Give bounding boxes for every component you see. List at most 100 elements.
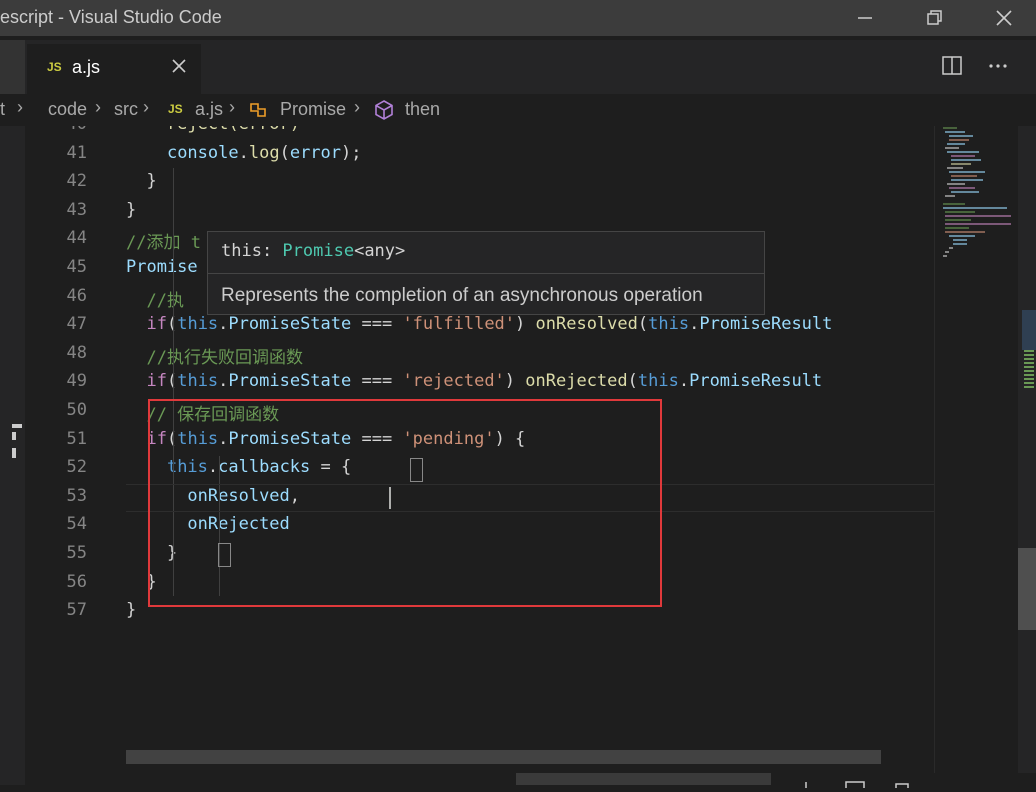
code-token: 'rejected'	[402, 371, 505, 392]
close-window-button[interactable]	[981, 0, 1027, 36]
code-token: //执行失败回调函数	[126, 347, 303, 368]
code-token: this	[177, 314, 219, 335]
hover-sig-type: Promise	[282, 241, 355, 261]
chevron-right-icon: ›	[354, 97, 360, 117]
minimap[interactable]	[934, 126, 1019, 785]
horizontal-scrollbar-thumb[interactable]	[126, 750, 881, 764]
breadcrumb: t › code › src › JS a.js › Promise › the…	[0, 94, 1036, 126]
ellipsis-icon	[989, 64, 1007, 68]
method-symbol-icon	[375, 100, 393, 120]
line-number: 42	[66, 171, 87, 192]
code-token: );	[341, 142, 362, 163]
code-token: PromiseResult	[689, 371, 823, 392]
line-number: 49	[66, 371, 87, 392]
restore-icon	[927, 10, 942, 25]
panel-toolbar	[800, 773, 1036, 791]
restore-button[interactable]	[912, 0, 958, 36]
code-token: //执	[126, 290, 184, 311]
breadcrumb-item-then[interactable]: then	[405, 99, 440, 120]
js-file-icon: JS	[168, 102, 183, 116]
line-number: 50	[66, 400, 87, 420]
code-line[interactable]: }	[126, 171, 156, 191]
chevron-right-icon: ›	[95, 97, 101, 117]
code-token: this	[637, 371, 679, 392]
line-number: 44	[66, 228, 87, 249]
code-token: reject(error)	[126, 126, 300, 134]
vertical-scrollbar-thumb[interactable]	[1018, 548, 1036, 630]
breadcrumb-item-src[interactable]: src	[114, 99, 138, 120]
code-token: this	[648, 314, 690, 335]
hover-signature: this: Promise<any>	[221, 241, 405, 261]
code-line[interactable]: //执	[126, 286, 184, 311]
code-line[interactable]: }	[126, 200, 136, 220]
code-token: onResolved	[535, 314, 638, 335]
code-line[interactable]: if(this.PromiseState === 'rejected') onR…	[126, 371, 822, 391]
code-token: ===	[351, 314, 403, 335]
chevron-right-icon: ›	[143, 97, 149, 117]
scroll-marker	[12, 432, 16, 440]
minimize-button[interactable]	[842, 0, 888, 36]
line-number: 51	[66, 428, 87, 449]
code-token: .	[689, 314, 700, 335]
tab-close-icon[interactable]	[169, 56, 189, 76]
minimap-preview	[943, 127, 1011, 257]
line-number: 48	[66, 342, 87, 363]
line-number: 53	[66, 485, 87, 506]
breadcrumb-item-promise[interactable]: Promise	[280, 99, 346, 120]
code-token: )	[504, 371, 526, 392]
breadcrumb-item-file[interactable]: a.js	[195, 99, 223, 120]
title-bar: escript - Visual Studio Code	[0, 0, 1036, 36]
breadcrumb-item-code[interactable]: code	[48, 99, 87, 120]
code-token: .	[238, 142, 249, 163]
code-token: (	[279, 142, 290, 163]
code-token: //添加 t	[126, 233, 201, 254]
class-symbol-icon	[250, 103, 266, 117]
line-number: 52	[66, 457, 87, 478]
line-number: 54	[66, 514, 87, 535]
line-number: 41	[66, 142, 87, 163]
js-file-icon: JS	[47, 60, 62, 74]
code-token: log	[248, 142, 280, 163]
code-line[interactable]: //执行失败回调函数	[126, 343, 303, 368]
code-token: ===	[351, 371, 403, 392]
hover-documentation: Represents the completion of an asynchro…	[221, 285, 703, 306]
hover-sig-this: this:	[221, 241, 283, 261]
vertical-scrollbar[interactable]	[1018, 126, 1036, 785]
code-token: .	[678, 371, 690, 392]
tab-label: a.js	[72, 57, 101, 77]
line-number: 55	[66, 543, 87, 563]
code-token: .	[218, 314, 229, 335]
code-token: (	[627, 371, 638, 392]
chevron-right-icon: ›	[17, 97, 23, 117]
code-token: )	[515, 314, 536, 335]
tab-a-js[interactable]: JS a.js	[27, 44, 201, 94]
code-token: if	[146, 371, 167, 392]
split-editor-button[interactable]	[940, 54, 964, 78]
hover-sig-generic: <any>	[354, 241, 406, 261]
code-line[interactable]: console.log(error);	[126, 143, 362, 163]
code-token: PromiseState	[228, 371, 352, 392]
activity-bar-edge	[0, 40, 25, 94]
more-actions-button[interactable]	[986, 54, 1010, 78]
code-token: Promise	[126, 257, 198, 277]
minimize-icon	[858, 17, 872, 19]
code-line[interactable]: }	[126, 600, 136, 620]
code-token: }	[126, 600, 137, 621]
split-editor-icon	[942, 56, 962, 75]
line-number: 57	[66, 600, 87, 621]
line-number: 56	[66, 571, 87, 592]
line-number: 47	[66, 314, 87, 335]
annotation-highlight-box	[148, 399, 662, 607]
panel-edge	[516, 773, 771, 785]
window-title: escript - Visual Studio Code	[0, 7, 222, 27]
code-token: this	[177, 371, 219, 392]
code-line[interactable]: if(this.PromiseState === 'fulfilled') on…	[126, 314, 832, 334]
scroll-marker	[12, 424, 22, 428]
scroll-marker	[12, 448, 16, 458]
code-line[interactable]: //添加 t	[126, 228, 201, 253]
code-token: console	[166, 142, 239, 163]
code-line[interactable]: reject(error)	[126, 126, 300, 134]
breadcrumb-lead[interactable]: t	[0, 99, 5, 120]
